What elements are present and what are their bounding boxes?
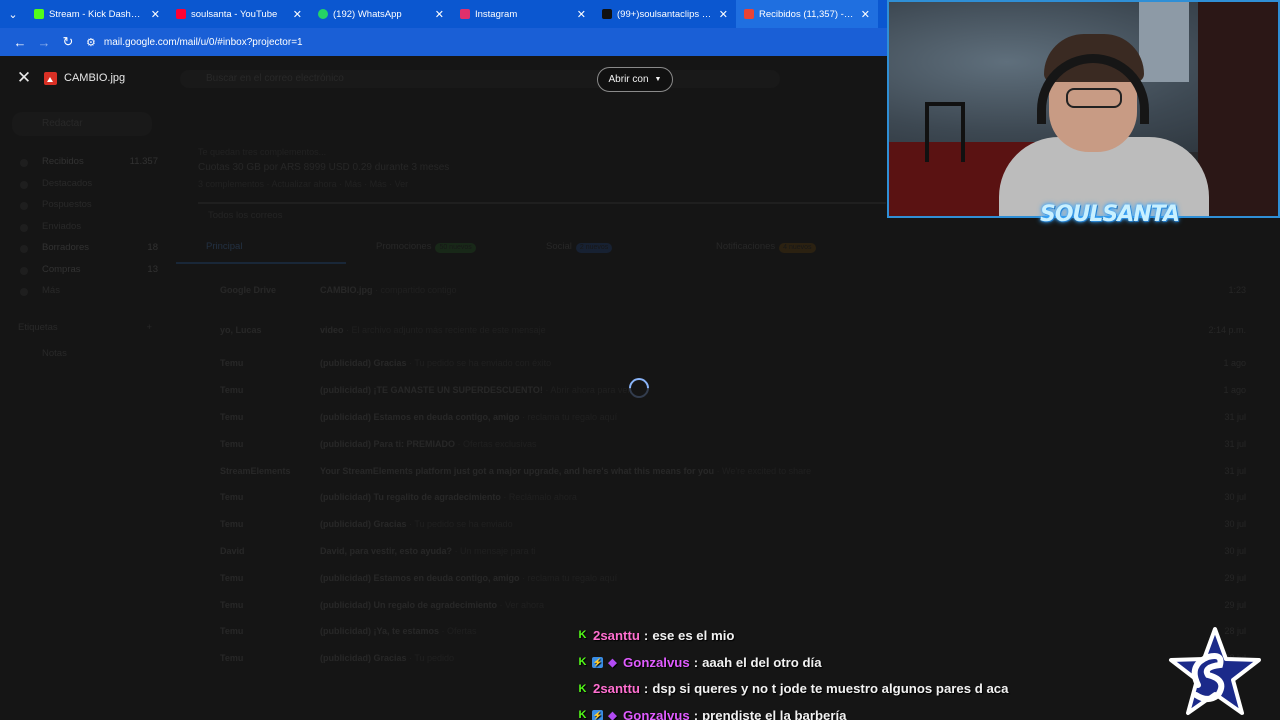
stream-chat: K 2santtu: ese es el mio K ⚡ ◆ Gonzalvus… <box>577 622 1177 720</box>
gem-badge-icon: ◆ <box>608 709 617 720</box>
chat-separator: : <box>643 681 649 697</box>
kick-badge-icon: K <box>578 682 587 695</box>
tab-close-icon[interactable]: ✕ <box>293 8 302 21</box>
gem-badge-icon: ◆ <box>608 656 617 669</box>
tab-label: Recibidos (11,357) - esteb <box>759 8 855 20</box>
tab-label: Stream - Kick Dashboard <box>49 8 145 20</box>
tab-close-icon[interactable]: ✕ <box>435 8 444 21</box>
chat-message: K ⚡ ◆ Gonzalvus: prendiste el la barberí… <box>577 702 1177 720</box>
tab-search-menu-icon[interactable]: ⌄ <box>0 0 26 28</box>
whatsapp-favicon-icon <box>318 9 328 19</box>
open-with-button[interactable]: Abrir con ▼ <box>597 67 673 92</box>
channel-star-logo-icon <box>1169 627 1261 715</box>
webcam-feed <box>887 0 1280 218</box>
youtube-favicon-icon <box>176 9 186 19</box>
tab-label: (99+)soulsantaclips (@sou <box>617 8 713 20</box>
tab-kick-dashboard[interactable]: Stream - Kick Dashboard ✕ <box>26 0 168 28</box>
chat-separator: : <box>693 707 699 720</box>
chat-text: ese es el mio <box>652 627 735 643</box>
webcam-poster <box>1139 2 1189 82</box>
tab-whatsapp[interactable]: (192) WhatsApp ✕ <box>310 0 452 28</box>
kick-badge-icon: K <box>578 656 587 669</box>
instagram-favicon-icon <box>460 9 470 19</box>
chat-message: K 2santtu: ese es el mio <box>577 622 1177 649</box>
tab-label: soulsanta - YouTube <box>191 8 278 20</box>
chat-username: Gonzalvus <box>623 654 690 670</box>
tab-close-icon[interactable]: ✕ <box>577 8 586 21</box>
tab-label: (192) WhatsApp <box>333 8 402 20</box>
chat-username: Gonzalvus <box>623 707 690 720</box>
kick-badge-icon: K <box>578 629 587 642</box>
chat-text: dsp si queres y no t jode te muestro alg… <box>652 681 1009 697</box>
chat-message: K ⚡ ◆ Gonzalvus: aaah el del otro día <box>577 649 1177 676</box>
url-field[interactable]: ⚙ mail.google.com/mail/u/0/#inbox?projec… <box>86 36 303 49</box>
tab-gmail[interactable]: Recibidos (11,357) - esteb ✕ <box>736 0 878 28</box>
tab-close-icon[interactable]: ✕ <box>151 8 160 21</box>
gmail-favicon-icon <box>744 9 754 19</box>
url-text: mail.google.com/mail/u/0/#inbox?projecto… <box>103 36 303 48</box>
chat-text: prendiste el la barbería <box>702 707 847 720</box>
glasses-icon <box>1066 88 1122 108</box>
streamer-name-logo: SOULSANTA <box>1040 202 1180 227</box>
kick-favicon-icon <box>34 9 44 19</box>
image-file-icon <box>44 72 57 85</box>
back-arrow-icon[interactable]: ← <box>8 35 32 50</box>
subscriber-badge-icon: ⚡ <box>592 709 603 720</box>
tab-close-icon[interactable]: ✕ <box>861 8 870 21</box>
subscriber-badge-icon: ⚡ <box>592 656 603 668</box>
chat-separator: : <box>643 627 649 643</box>
caret-down-icon: ▼ <box>654 76 662 83</box>
reload-icon[interactable]: ↻ <box>56 34 80 50</box>
file-name: CAMBIO.jpg <box>64 72 126 84</box>
webcam-door <box>1198 2 1278 216</box>
tab-label: Instagram <box>475 8 518 20</box>
tab-tiktok[interactable]: (99+)soulsantaclips (@sou ✕ <box>594 0 736 28</box>
open-with-label: Abrir con <box>608 74 649 85</box>
tab-instagram[interactable]: Instagram ✕ <box>452 0 594 28</box>
forward-arrow-icon[interactable]: → <box>32 35 56 50</box>
chat-text: aaah el del otro día <box>702 654 822 670</box>
chat-username: 2santtu <box>593 681 640 697</box>
kick-badge-icon: K <box>578 709 587 720</box>
chat-username: 2santtu <box>593 627 640 643</box>
close-viewer-icon[interactable]: ✕ <box>15 68 33 88</box>
tab-close-icon[interactable]: ✕ <box>719 8 728 21</box>
webcam-chair <box>925 102 965 162</box>
site-settings-icon[interactable]: ⚙ <box>86 36 96 49</box>
chat-message: K 2santtu: dsp si queres y no t jode te … <box>577 675 1177 702</box>
tiktok-favicon-icon <box>602 9 612 19</box>
tab-youtube[interactable]: soulsanta - YouTube ✕ <box>168 0 310 28</box>
chat-separator: : <box>693 654 699 670</box>
